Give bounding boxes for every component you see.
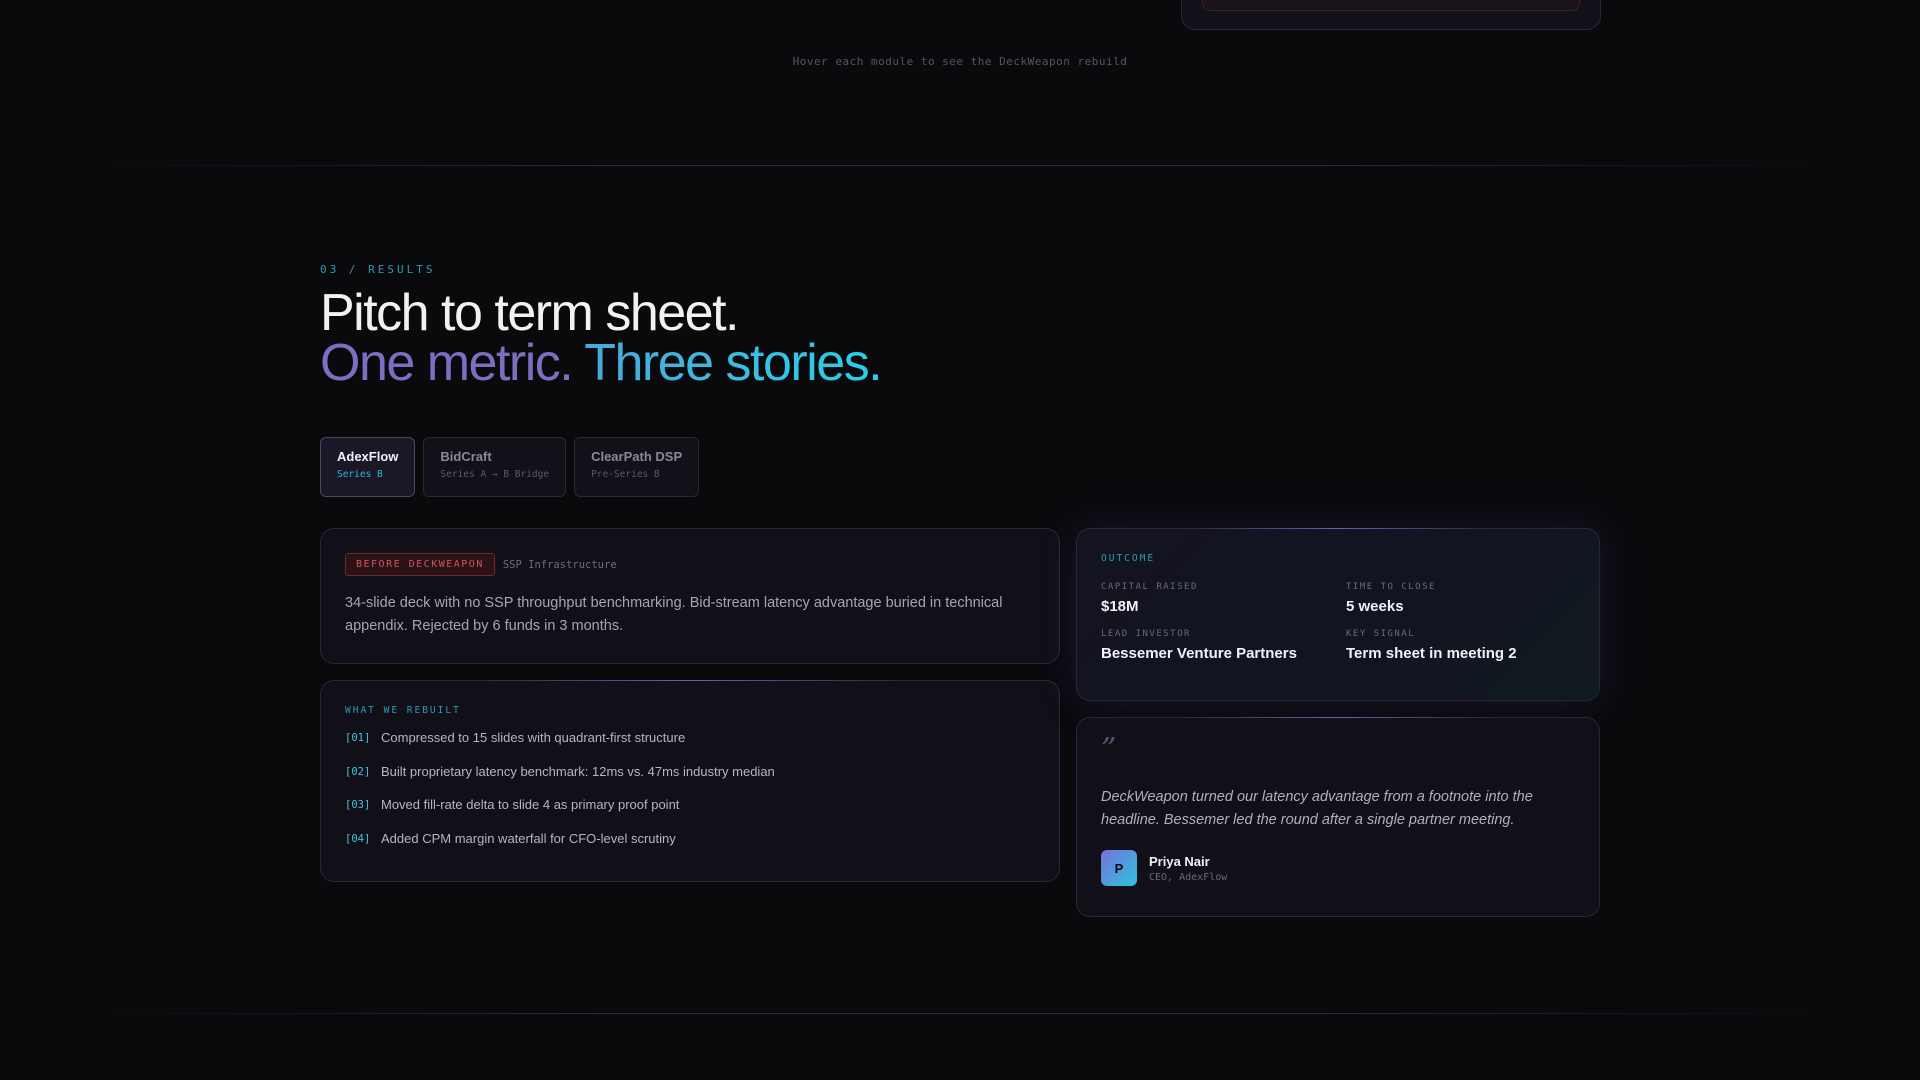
- testimonial-card: ” DeckWeapon turned our latency advantag…: [1076, 717, 1600, 917]
- section-eyebrow: 03 / RESULTS: [320, 263, 436, 276]
- company-tabs: AdexFlow Series B BidCraft Series A → B …: [320, 437, 700, 497]
- previous-module-bar: [1202, 0, 1580, 11]
- industry-tag: SSP Infrastructure: [502, 558, 617, 571]
- tab-name: AdexFlow: [337, 449, 399, 464]
- rebuilt-eyebrow: WHAT WE REBUILT: [345, 705, 461, 716]
- headline-line-1: Pitch to term sheet.: [320, 284, 739, 342]
- section-divider-top: [100, 165, 1820, 166]
- metric-value: Bessemer Venture Partners: [1101, 645, 1297, 662]
- author-name: Priya Nair: [1149, 853, 1210, 869]
- step-text: Moved fill-rate delta to slide 4 as prim…: [381, 797, 680, 812]
- before-card: BEFORE DECKWEAPON SSP Infrastructure 34-…: [320, 528, 1060, 664]
- step-number: [01]: [345, 732, 371, 744]
- author-role: CEO, AdexFlow: [1149, 871, 1228, 883]
- hover-hint: Hover each module to see the DeckWeapon …: [792, 55, 1128, 68]
- tab-subtitle: Series B: [337, 469, 383, 480]
- list-item: [01] Compressed to 15 slides with quadra…: [345, 730, 1035, 764]
- metric-label: KEY SIGNAL: [1346, 629, 1416, 639]
- tab-bidcraft[interactable]: BidCraft Series A → B Bridge: [423, 437, 567, 497]
- headline-part-a: One metric.: [320, 334, 574, 392]
- headline-part-b: Three stories.: [584, 334, 882, 392]
- list-item: [04] Added CPM margin waterfall for CFO-…: [345, 831, 1035, 865]
- testimonial-text: DeckWeapon turned our latency advantage …: [1101, 789, 1533, 828]
- rebuilt-steps: [01] Compressed to 15 slides with quadra…: [345, 730, 1035, 864]
- step-number: [02]: [345, 765, 371, 778]
- before-badge: BEFORE DECKWEAPON: [345, 553, 495, 576]
- avatar: P: [1101, 850, 1137, 886]
- outcome-metrics: CAPITAL RAISED $18M TIME TO CLOSE 5 week…: [1101, 582, 1575, 662]
- before-description: 34-slide deck with no SSP throughput ben…: [345, 595, 1003, 634]
- list-item: [02] Built proprietary latency benchmark…: [345, 764, 1035, 798]
- quote-mark-icon: ”: [1101, 732, 1117, 767]
- metric-value: 5 weeks: [1346, 598, 1404, 615]
- step-number: [03]: [345, 799, 371, 811]
- before-badge-row: BEFORE DECKWEAPON SSP Infrastructure: [345, 553, 1035, 576]
- tab-name: ClearPath DSP: [591, 449, 683, 464]
- step-number: [04]: [345, 832, 371, 845]
- outcome-card: OUTCOME CAPITAL RAISED $18M TIME TO CLOS…: [1076, 528, 1600, 701]
- metric-value: $18M: [1101, 598, 1139, 615]
- outcome-eyebrow: OUTCOME: [1101, 553, 1156, 564]
- metric-label: CAPITAL RAISED: [1101, 582, 1198, 592]
- metric-label: LEAD INVESTOR: [1101, 629, 1191, 639]
- step-text: Compressed to 15 slides with quadrant-fi…: [381, 730, 686, 745]
- metric-value: Term sheet in meeting 2: [1346, 645, 1517, 662]
- metric-capital-raised: CAPITAL RAISED $18M: [1101, 582, 1346, 615]
- list-item: [03] Moved fill-rate delta to slide 4 as…: [345, 797, 1035, 831]
- author-details: Priya Nair CEO, AdexFlow: [1149, 854, 1227, 883]
- tab-subtitle: Series A → B Bridge: [440, 469, 550, 480]
- tab-subtitle: Pre-Series B: [591, 469, 660, 480]
- tab-name: BidCraft: [440, 449, 492, 464]
- tab-adexflow[interactable]: AdexFlow Series B: [320, 437, 416, 497]
- metric-label: TIME TO CLOSE: [1346, 582, 1436, 592]
- rebuilt-card: WHAT WE REBUILT [01] Compressed to 15 sl…: [320, 680, 1060, 882]
- step-text: Built proprietary latency benchmark: 12m…: [381, 763, 775, 779]
- tab-clearpath-dsp[interactable]: ClearPath DSP Pre-Series B: [574, 437, 700, 497]
- previous-module-card: [1181, 0, 1601, 30]
- step-text: Added CPM margin waterfall for CFO-level…: [381, 830, 676, 846]
- metric-lead-investor: LEAD INVESTOR Bessemer Venture Partners: [1101, 629, 1346, 662]
- testimonial-author: P Priya Nair CEO, AdexFlow: [1101, 850, 1575, 886]
- metric-key-signal: KEY SIGNAL Term sheet in meeting 2: [1346, 629, 1591, 662]
- metric-time-to-close: TIME TO CLOSE 5 weeks: [1346, 582, 1591, 615]
- section-headline: Pitch to term sheet. One metric. Three s…: [320, 284, 883, 389]
- headline-line-2: One metric. Three stories.: [320, 337, 883, 389]
- section-divider-bottom: [100, 1013, 1820, 1014]
